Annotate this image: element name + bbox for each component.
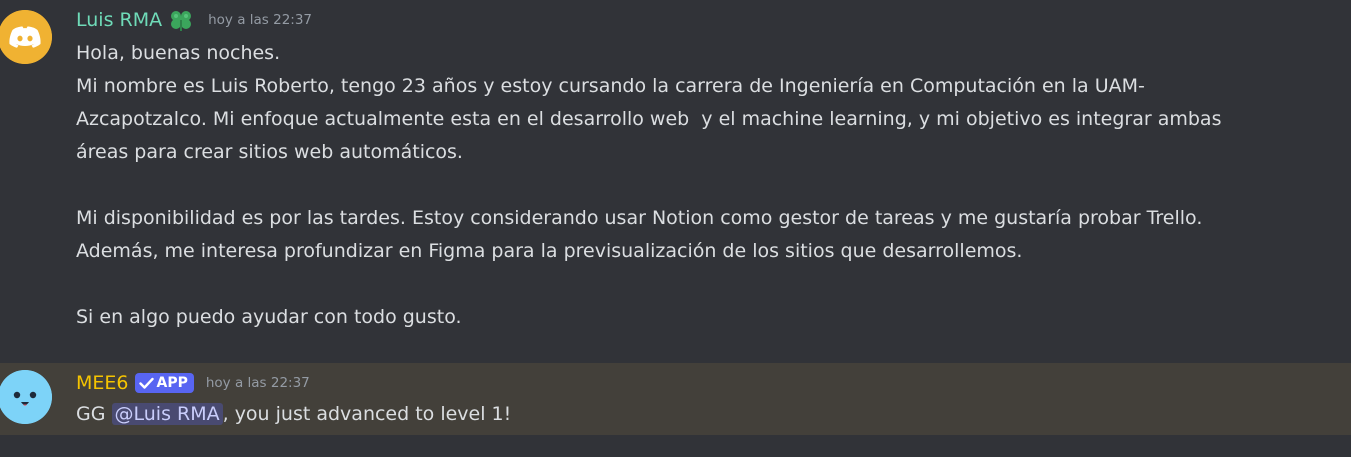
message-header: MEE6 APP hoy a las 22:37: [76, 370, 310, 396]
timestamp[interactable]: hoy a las 22:37: [206, 370, 310, 396]
message-line: GG @Luis RMA, you just advanced to level…: [76, 398, 1336, 431]
message-line: Mi disponibilidad es por las tardes. Est…: [76, 207, 1203, 229]
app-badge: APP: [134, 373, 194, 393]
username[interactable]: Luis RMA: [76, 7, 162, 33]
message-line: Si en algo puedo ayudar con todo gusto.: [76, 306, 462, 328]
message-content: Hola, buenas noches. Mi nombre es Luis R…: [76, 37, 1336, 334]
timestamp[interactable]: hoy a las 22:37: [208, 7, 312, 33]
message-line: áreas para crear sitios web automáticos.: [76, 141, 463, 163]
text-before-mention: GG: [76, 403, 112, 425]
message-mee6[interactable]: MEE6 APP hoy a las 22:37 GG @Luis RMA, y…: [0, 363, 1351, 435]
mee6-avatar-icon[interactable]: [0, 370, 52, 424]
message-line: Además, me interesa profundizar en Figma…: [76, 240, 1023, 262]
message-line: Azcapotzalco. Mi enfoque actualmente est…: [76, 108, 1222, 130]
message-luis-rma[interactable]: Luis RMA hoy a las 22:37 Hola, buenas no…: [0, 0, 1351, 362]
username[interactable]: MEE6: [76, 370, 129, 396]
message-line: Hola, buenas noches.: [76, 42, 281, 64]
user-mention[interactable]: @Luis RMA: [111, 403, 223, 425]
text-after-mention: , you just advanced to level 1!: [222, 403, 512, 425]
message-header: Luis RMA hoy a las 22:37: [76, 7, 312, 33]
clover-icon[interactable]: [166, 8, 196, 32]
message-line: Mi nombre es Luis Roberto, tengo 23 años…: [76, 75, 1145, 97]
discord-avatar-icon[interactable]: [0, 10, 52, 64]
message-content: GG @Luis RMA, you just advanced to level…: [76, 398, 1336, 431]
checkmark-icon: [138, 377, 154, 389]
badge-label: APP: [156, 375, 188, 391]
